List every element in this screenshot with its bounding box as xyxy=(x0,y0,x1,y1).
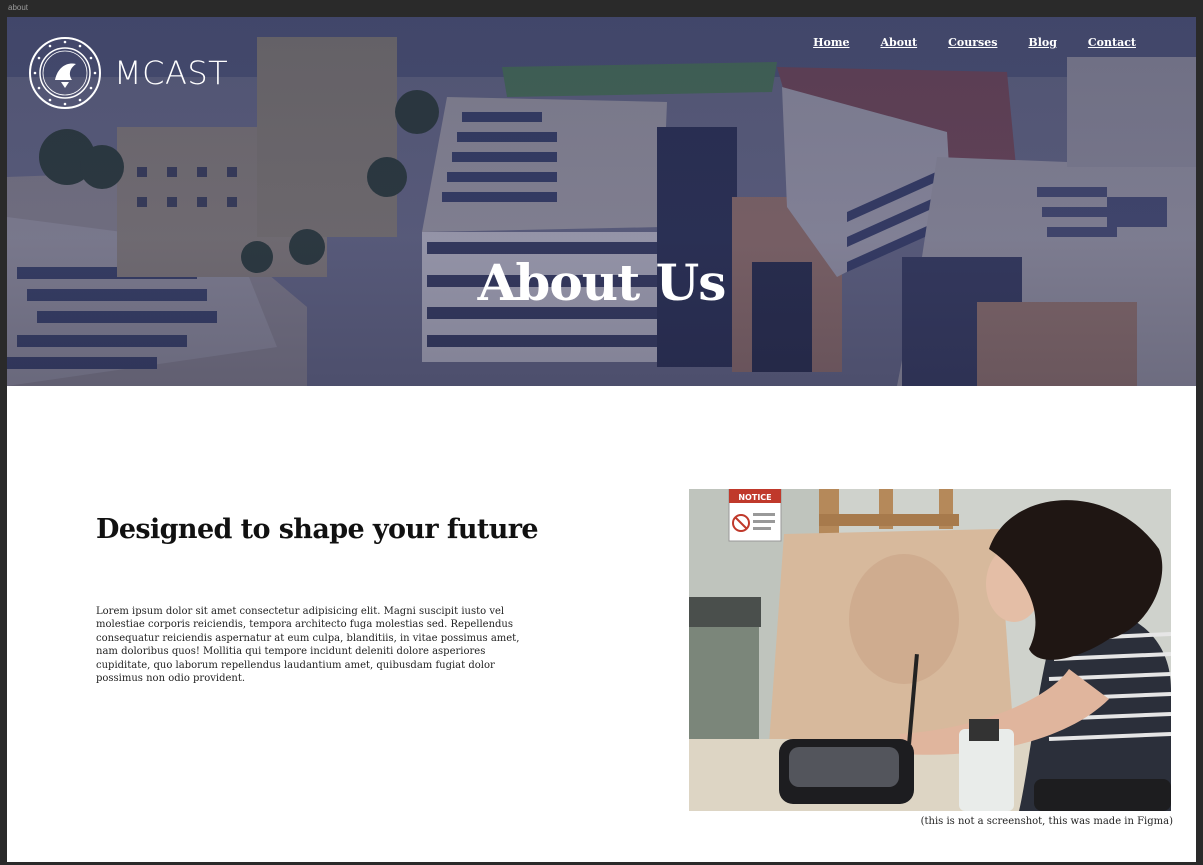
top-navigation: Home About Courses Blog Contact xyxy=(782,36,1136,49)
hero-banner: MCAST Home About Courses Blog Contact Ab… xyxy=(7,17,1196,386)
nav-link-blog[interactable]: Blog xyxy=(1028,36,1057,49)
nav-link-courses[interactable]: Courses xyxy=(948,36,997,49)
frame-label: about xyxy=(8,3,29,12)
page-canvas: MCAST Home About Courses Blog Contact Ab… xyxy=(7,17,1196,862)
hero-title: About Us xyxy=(477,253,727,312)
nav-link-about[interactable]: About xyxy=(880,36,917,49)
nav-link-home[interactable]: Home xyxy=(813,36,849,49)
art-student-photo: NOTICE xyxy=(689,489,1171,811)
brand-logo[interactable]: MCAST xyxy=(28,36,228,110)
section-body-text: Lorem ipsum dolor sit amet consectetur a… xyxy=(96,606,520,685)
section-heading: Designed to shape your future xyxy=(96,514,539,545)
photo-caption: (this is not a screenshot, this was made… xyxy=(920,816,1173,827)
photo-illustration: NOTICE xyxy=(689,489,1171,811)
notice-sign-text: NOTICE xyxy=(738,493,771,502)
college-seal-icon xyxy=(29,37,101,109)
brand-name: MCAST xyxy=(114,54,229,92)
nav-link-contact[interactable]: Contact xyxy=(1088,36,1136,49)
